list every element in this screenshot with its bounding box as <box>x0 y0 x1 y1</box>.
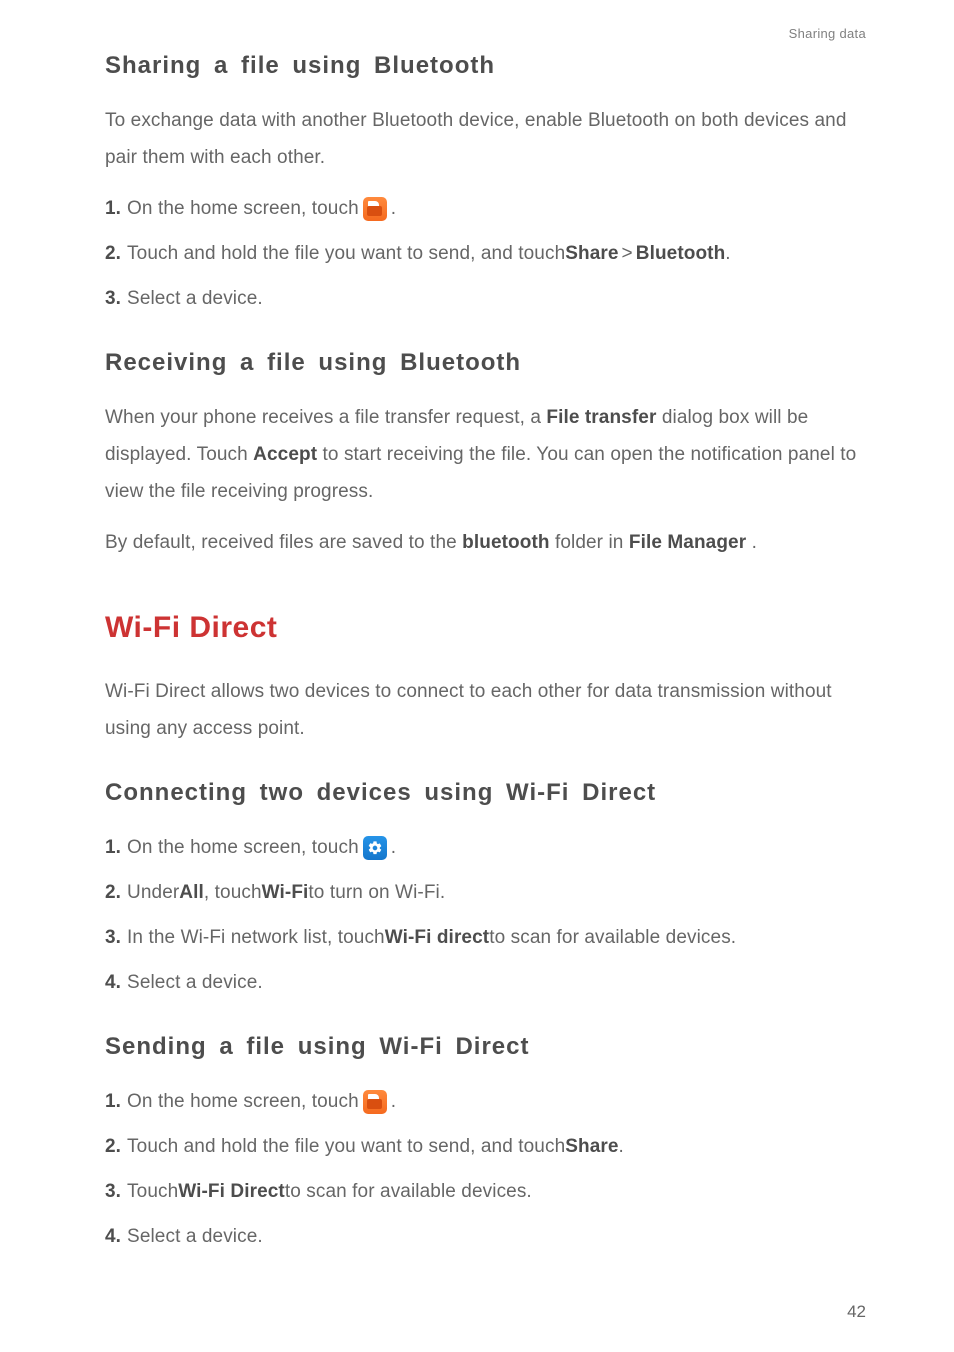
step-text: On the home screen, touch <box>127 190 359 227</box>
settings-app-icon <box>363 836 387 860</box>
step-row: 1. On the home screen, touch . <box>105 829 866 866</box>
step-number: 3. <box>105 919 121 956</box>
step-row: 2. Touch and hold the file you want to s… <box>105 1128 866 1165</box>
para-receiving-1: When your phone receives a file transfer… <box>105 399 866 510</box>
step-number: 4. <box>105 964 121 1001</box>
breadcrumb-separator: > <box>622 235 633 272</box>
step-text: Select a device. <box>127 1218 263 1255</box>
intro-wifi-direct: Wi-Fi Direct allows two devices to conne… <box>105 673 866 747</box>
ui-label-wifi-direct: Wi-Fi Direct <box>178 1173 285 1210</box>
step-number: 3. <box>105 280 121 317</box>
step-text-end: . <box>725 235 730 272</box>
step-text-end: . <box>391 1083 396 1120</box>
step-number: 1. <box>105 1083 121 1120</box>
step-text: Select a device. <box>127 280 263 317</box>
step-number: 2. <box>105 874 121 911</box>
step-number: 2. <box>105 1128 121 1165</box>
ui-label-file-manager: File Manager <box>629 532 746 553</box>
step-text: On the home screen, touch <box>127 829 359 866</box>
ui-label-bluetooth-folder: bluetooth <box>462 532 549 553</box>
step-number: 1. <box>105 190 121 227</box>
step-row: 3. Select a device. <box>105 280 866 317</box>
step-text: , touch <box>204 874 262 911</box>
heading-sending-wfd: Sending a file using Wi-Fi Direct <box>105 1033 866 1061</box>
ui-label-wifi-direct: Wi-Fi direct <box>385 919 489 956</box>
para-receiving-2: By default, received files are saved to … <box>105 524 866 561</box>
ui-label-share: Share <box>565 1128 618 1165</box>
text: When your phone receives a file transfer… <box>105 407 546 428</box>
step-number: 1. <box>105 829 121 866</box>
ui-label-bluetooth: Bluetooth <box>636 235 726 272</box>
step-text: On the home screen, touch <box>127 1083 359 1120</box>
ui-label-accept: Accept <box>253 444 317 465</box>
step-text: Touch and hold the file you want to send… <box>127 1128 565 1165</box>
heading-connecting-wfd: Connecting two devices using Wi-Fi Direc… <box>105 779 866 807</box>
step-text: Select a device. <box>127 964 263 1001</box>
step-text-end: to scan for available devices. <box>285 1173 532 1210</box>
files-app-icon <box>363 1090 387 1114</box>
step-number: 4. <box>105 1218 121 1255</box>
step-text: Touch and hold the file you want to send… <box>127 235 565 272</box>
step-text-end: . <box>391 190 396 227</box>
heading-receiving-bluetooth: Receiving a file using Bluetooth <box>105 349 866 377</box>
heading-sharing-bluetooth: Sharing a file using Bluetooth <box>105 52 866 80</box>
step-row: 3. Touch Wi-Fi Direct to scan for availa… <box>105 1173 866 1210</box>
step-row: 2. Touch and hold the file you want to s… <box>105 235 866 272</box>
step-text-end: . <box>619 1128 624 1165</box>
step-text: Under <box>127 874 179 911</box>
text: folder in <box>555 532 629 553</box>
text: . <box>752 532 757 553</box>
step-text: Touch <box>127 1173 178 1210</box>
ui-label-file-transfer: File transfer <box>546 407 656 428</box>
ui-label-wifi: Wi-Fi <box>262 874 309 911</box>
step-row: 1. On the home screen, touch . <box>105 190 866 227</box>
step-number: 3. <box>105 1173 121 1210</box>
step-text: In the Wi-Fi network list, touch <box>127 919 385 956</box>
step-row: 3. In the Wi-Fi network list, touch Wi-F… <box>105 919 866 956</box>
step-row: 1. On the home screen, touch . <box>105 1083 866 1120</box>
ui-label-share: Share <box>565 235 618 272</box>
step-row: 2. Under All , touch Wi-Fi to turn on Wi… <box>105 874 866 911</box>
step-number: 2. <box>105 235 121 272</box>
files-app-icon <box>363 197 387 221</box>
step-text-end: to turn on Wi-Fi. <box>308 874 445 911</box>
ui-label-all: All <box>179 874 204 911</box>
step-row: 4. Select a device. <box>105 1218 866 1255</box>
intro-sharing-bluetooth: To exchange data with another Bluetooth … <box>105 102 866 176</box>
step-text-end: to scan for available devices. <box>489 919 736 956</box>
step-row: 4. Select a device. <box>105 964 866 1001</box>
step-text-end: . <box>391 829 396 866</box>
heading-wifi-direct: Wi-Fi Direct <box>105 611 866 645</box>
header-section-label: Sharing data <box>789 26 866 41</box>
page-number: 42 <box>847 1302 866 1322</box>
text: By default, received files are saved to … <box>105 532 462 553</box>
